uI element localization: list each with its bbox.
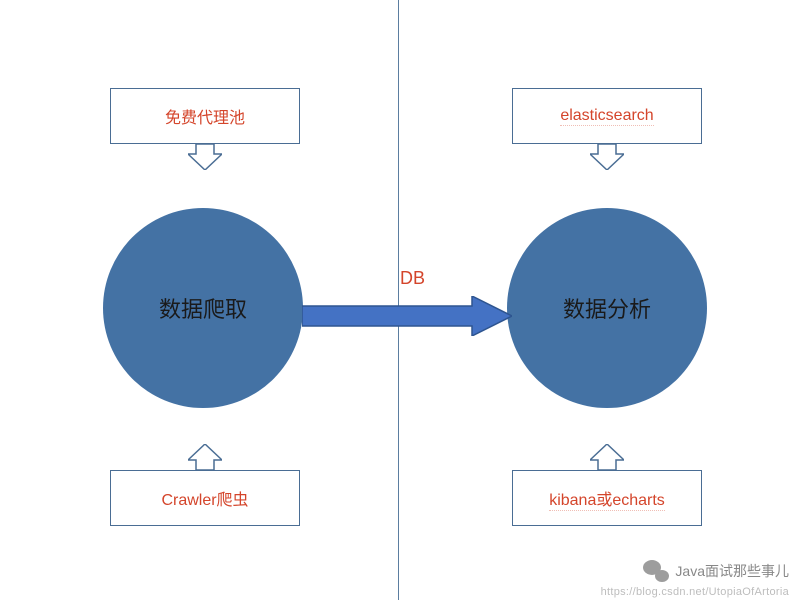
callout-arrow-up-icon xyxy=(590,444,624,470)
callout-arrow-down-icon xyxy=(590,144,624,170)
circle-label: 数据爬取 xyxy=(159,292,247,324)
watermark-text: Java面试那些事儿 xyxy=(675,561,789,581)
circle-data-crawl: 数据爬取 xyxy=(103,208,303,408)
callout-arrow-up-icon xyxy=(188,444,222,470)
box-label: elasticsearch xyxy=(560,107,653,126)
circle-label: 数据分析 xyxy=(563,292,651,324)
block-arrow-icon xyxy=(302,296,512,336)
box-label: 免费代理池 xyxy=(165,104,245,128)
box-kibana-echarts: kibana或echarts xyxy=(512,470,702,526)
box-label: Crawler爬虫 xyxy=(161,486,248,510)
arrow-label: DB xyxy=(400,268,425,289)
box-proxy-pool: 免费代理池 xyxy=(110,88,300,144)
circle-data-analysis: 数据分析 xyxy=(507,208,707,408)
callout-arrow-down-icon xyxy=(188,144,222,170)
box-elasticsearch: elasticsearch xyxy=(512,88,702,144)
wechat-icon xyxy=(643,560,669,582)
box-label: kibana或echarts xyxy=(549,486,665,511)
watermark-url: https://blog.csdn.net/UtopiaOfArtoria xyxy=(601,586,789,598)
box-crawler: Crawler爬虫 xyxy=(110,470,300,526)
watermark: Java面试那些事儿 xyxy=(643,560,789,582)
